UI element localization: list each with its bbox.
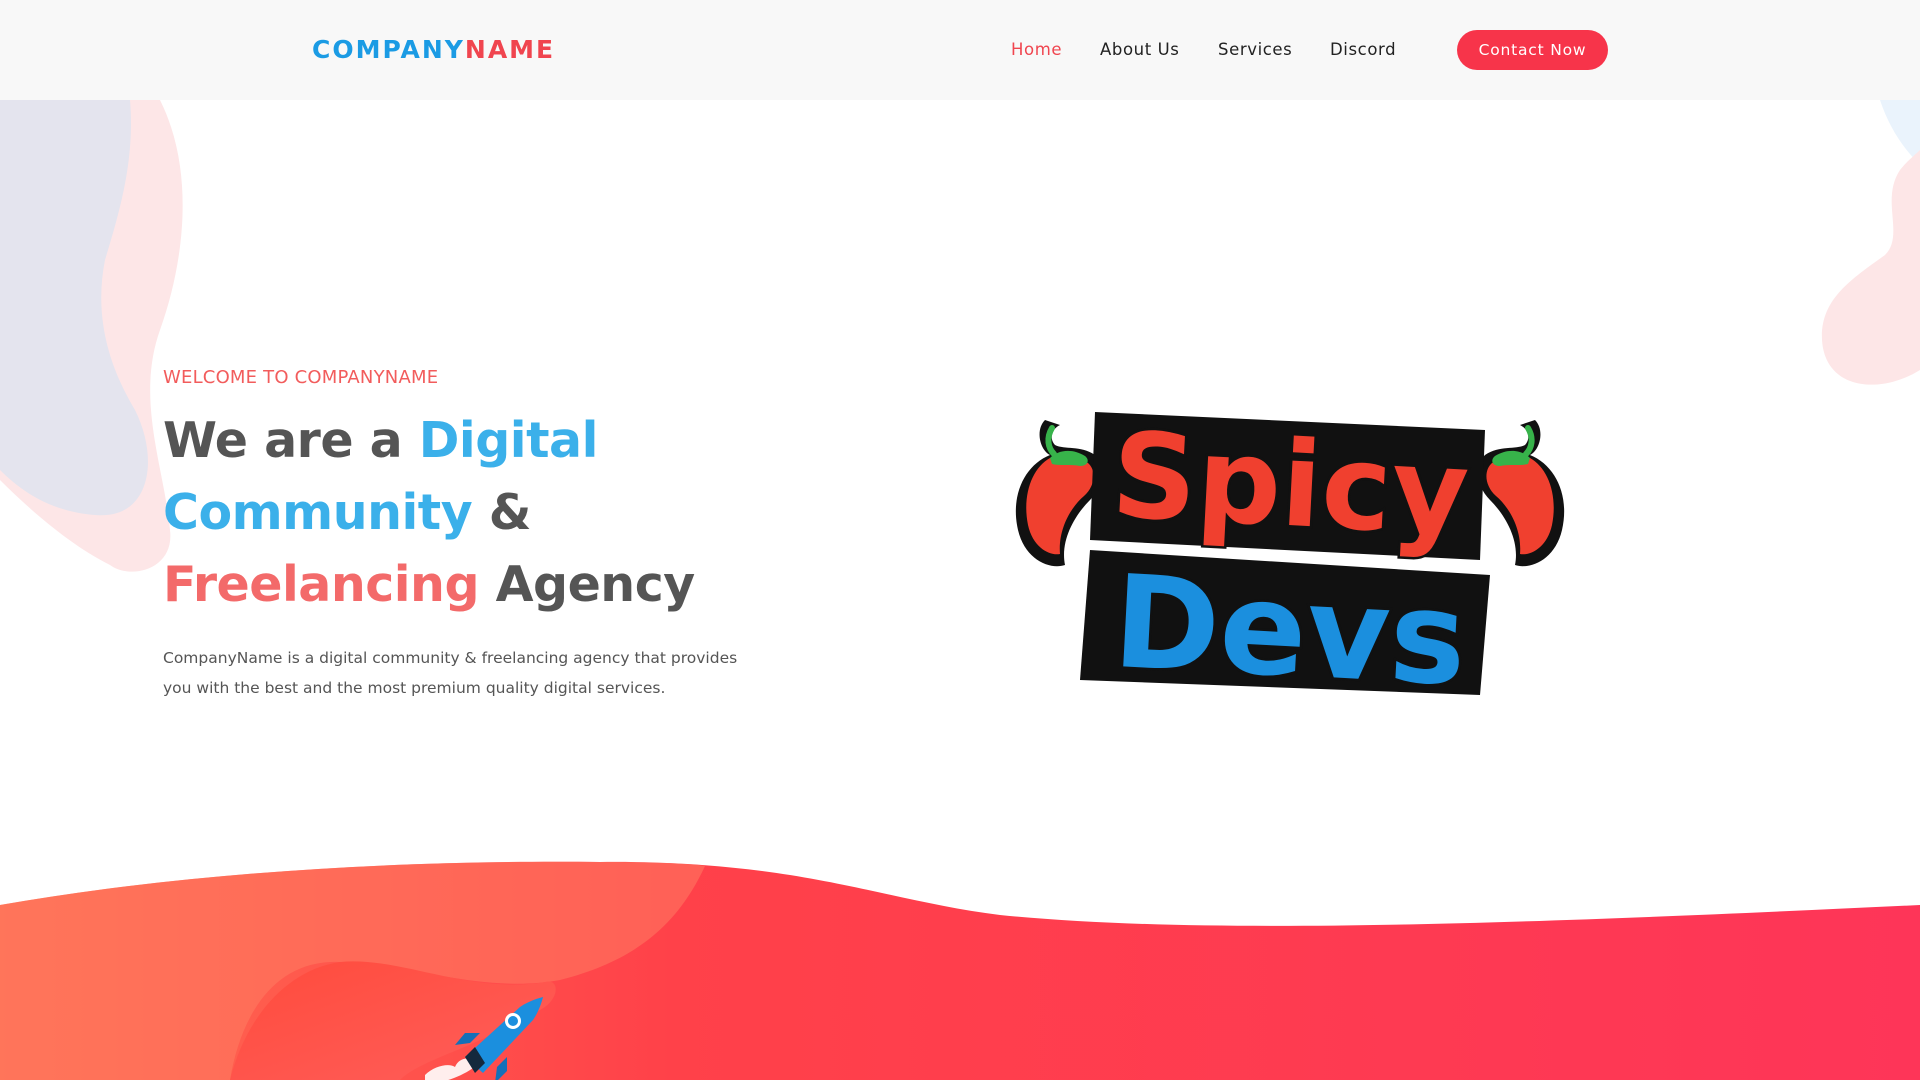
headline-freelancing: Freelancing <box>163 556 480 613</box>
nav-home-link[interactable]: Home <box>1011 38 1062 62</box>
welcome-label: WELCOME TO COMPANYNAME <box>163 367 439 388</box>
headline-agency: Agency <box>479 556 696 613</box>
headline-part-1: We are a <box>163 412 419 469</box>
brand-name-part1: COMPANY <box>312 35 465 64</box>
hero-description: CompanyName is a digital community & fre… <box>163 649 738 697</box>
site-header: COMPANYNAME Home About Us Services Disco… <box>0 0 1920 100</box>
rocket-icon <box>425 997 543 1080</box>
svg-text:Spicy: Spicy <box>1109 406 1472 562</box>
contact-now-button[interactable]: Contact Now <box>1457 30 1608 70</box>
nav-discord-link[interactable]: Discord <box>1330 38 1396 62</box>
nav-about-link[interactable]: About Us <box>1100 38 1180 62</box>
chili-pepper-icon <box>1478 420 1565 567</box>
headline-digital: Digital <box>418 412 599 469</box>
right-blue-blob <box>1880 100 1920 165</box>
brand-name-part2: NAME <box>464 35 556 64</box>
chili-pepper-icon <box>1015 420 1102 567</box>
right-pink-blob <box>1821 150 1920 385</box>
nav-services-link[interactable]: Services <box>1218 38 1292 62</box>
hero-section: WELCOME TO COMPANYNAME We are a Digital … <box>163 365 783 703</box>
hero-headline: We are a Digital Community & Freelancing… <box>163 405 783 621</box>
headline-community: Community <box>163 484 473 541</box>
logo-word-spicy: Spicy <box>1090 403 1485 565</box>
svg-text:Devs: Devs <box>1110 548 1470 700</box>
headline-ampersand: & <box>472 484 532 541</box>
spicy-devs-logo: Spicy Devs <box>1015 403 1565 700</box>
logo-word-devs: Devs <box>1080 545 1490 700</box>
brand-logo[interactable]: COMPANYNAME <box>312 33 555 67</box>
